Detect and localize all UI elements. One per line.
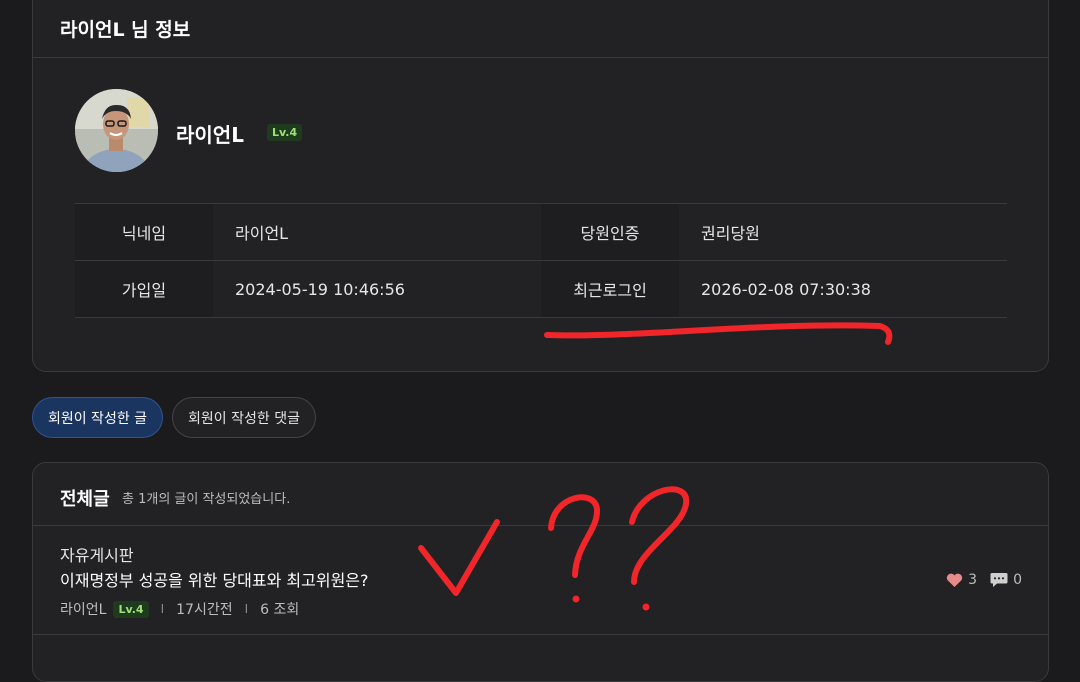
posts-count: 총 1개의 글이 작성되었습니다.	[122, 492, 291, 507]
meta-separator: I	[244, 602, 249, 616]
posts-card: 전체글 총 1개의 글이 작성되었습니다. 자유게시판 이재명정부 성공을 위한…	[32, 462, 1049, 682]
lastlogin-label: 최근로그인	[541, 260, 679, 318]
level-badge: Lv.4	[113, 600, 149, 618]
post-stats: 3 0	[946, 572, 1022, 588]
meta-separator: I	[160, 602, 165, 616]
post-time: 17시간전	[176, 602, 233, 618]
list-item[interactable]: 자유게시판 이재명정부 성공을 위한 당대표와 최고위원은? 라이언L Lv.4…	[33, 526, 1048, 636]
info-row: 닉네임 라이언L 당원인증 권리당원	[75, 203, 1007, 261]
profile-name: 라이언L	[176, 123, 244, 147]
post-divider	[33, 634, 1048, 635]
tab-member-posts[interactable]: 회원이 작성한 글	[32, 397, 163, 438]
nickname-value: 라이언L	[213, 203, 541, 261]
post-views: 6 조회	[260, 602, 300, 618]
lastlogin-value: 2026-02-08 07:30:38	[679, 260, 1007, 318]
post-meta: 라이언L Lv.4 I 17시간전 I 6 조회	[60, 599, 299, 619]
level-badge: Lv.4	[267, 124, 303, 141]
verify-label: 당원인증	[541, 203, 679, 261]
posts-section-title: 전체글	[60, 489, 110, 510]
avatar-photo	[75, 89, 158, 172]
avatar	[75, 89, 158, 172]
comment-bubble-icon	[990, 573, 1008, 587]
post-author[interactable]: 라이언L	[60, 599, 106, 619]
card-divider	[33, 57, 1048, 58]
tab-member-comments[interactable]: 회원이 작성한 댓글	[172, 397, 316, 438]
comment-count: 0	[1013, 572, 1022, 588]
heart-icon	[947, 573, 963, 587]
nickname-label: 닉네임	[75, 203, 213, 261]
post-board[interactable]: 자유게시판	[60, 542, 134, 566]
joined-label: 가입일	[75, 260, 213, 318]
like-count: 3	[968, 572, 978, 588]
card-title: 라이언L 님 정보	[60, 19, 191, 41]
member-info-table: 닉네임 라이언L 당원인증 권리당원 가입일 2024-05-19 10:46:…	[75, 203, 1007, 318]
joined-value: 2024-05-19 10:46:56	[213, 260, 541, 318]
verify-value: 권리당원	[679, 203, 1007, 261]
info-row: 가입일 2024-05-19 10:46:56 최근로그인 2026-02-08…	[75, 260, 1007, 318]
profile-card: 라이언L 님 정보 라이언L Lv.4 닉네임 라이언L 당원인증 권리당원 가…	[32, 0, 1049, 372]
post-title[interactable]: 이재명정부 성공을 위한 당대표와 최고위원은?	[60, 567, 369, 591]
